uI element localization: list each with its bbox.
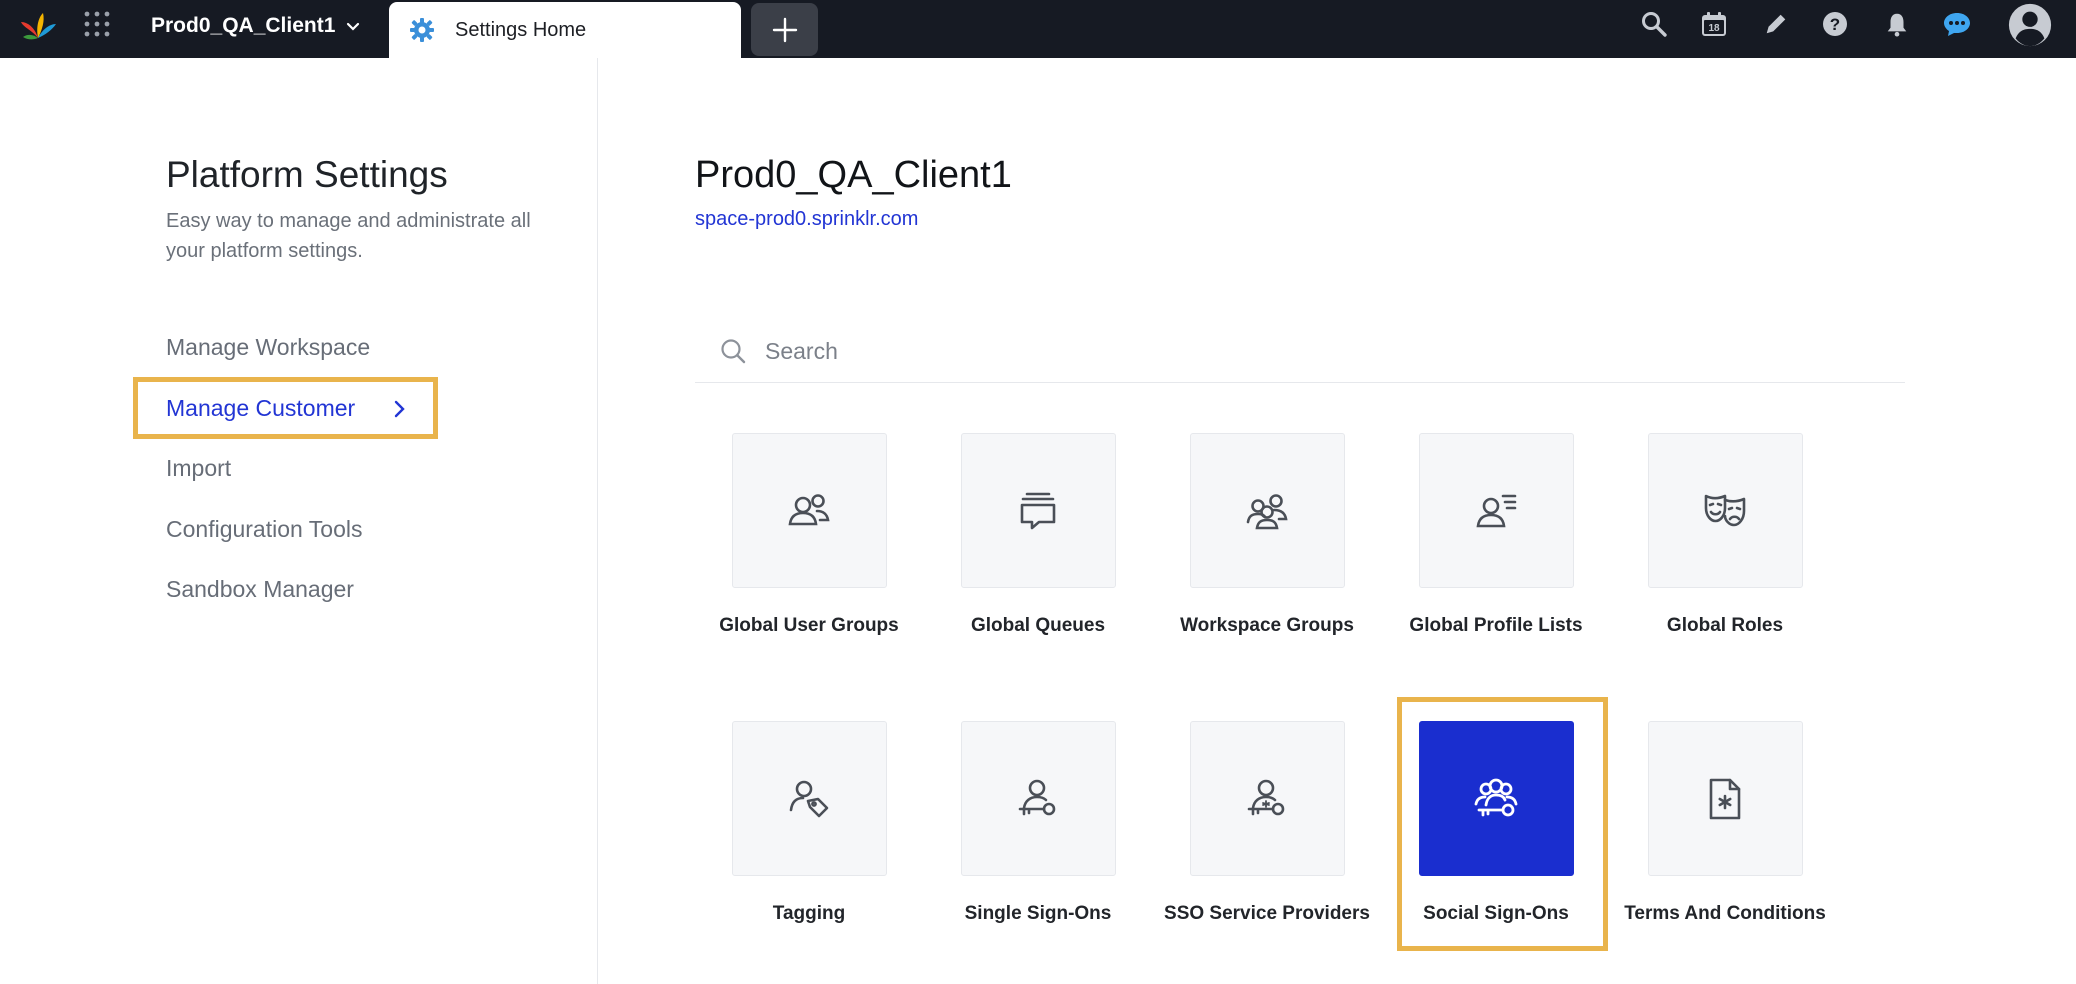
- user-tag-icon: [789, 780, 829, 817]
- client-switcher[interactable]: Prod0_QA_Client1: [151, 12, 361, 40]
- client-url-link[interactable]: space-prod0.sprinklr.com: [695, 208, 918, 231]
- card-label: Terms And Conditions: [1624, 903, 1826, 924]
- queues-icon: [1020, 492, 1056, 529]
- sidebar-item-sandbox-manager[interactable]: Sandbox Manager: [166, 576, 354, 603]
- theater-masks-icon: [1704, 494, 1746, 526]
- user-group-icon: [788, 493, 830, 525]
- sidebar-item-import[interactable]: Import: [166, 455, 231, 482]
- card-global-queues[interactable]: Global Queues: [923, 433, 1153, 637]
- card-tile: [1647, 433, 1803, 588]
- bell-icon[interactable]: [1882, 9, 1912, 39]
- card-sso-service-providers[interactable]: SSO Service Providers: [1152, 721, 1382, 925]
- sidebar-item-configuration-tools[interactable]: Configuration Tools: [166, 516, 362, 543]
- calendar-icon[interactable]: 18: [1699, 9, 1729, 39]
- user-key-icon: [1018, 779, 1056, 815]
- card-global-user-groups[interactable]: Global User Groups: [694, 433, 924, 637]
- card-tile: [960, 721, 1116, 876]
- edit-icon[interactable]: [1761, 9, 1791, 39]
- svg-text:?: ?: [1830, 15, 1840, 34]
- search-input[interactable]: [765, 331, 1865, 371]
- card-tagging[interactable]: Tagging: [694, 721, 924, 925]
- sidebar-title: Platform Settings: [166, 154, 448, 195]
- card-label: Global Roles: [1666, 615, 1784, 636]
- card-tile: [960, 433, 1116, 588]
- card-label: Workspace Groups: [1180, 615, 1354, 636]
- search-icon[interactable]: [1639, 9, 1669, 39]
- top-navigation-bar: Prod0_QA_Client1 Settings Home 18 ?: [0, 0, 2076, 58]
- card-terms-and-conditions[interactable]: Terms And Conditions: [1610, 721, 1840, 925]
- sidebar-item-manage-customer[interactable]: Manage Customer: [133, 377, 438, 439]
- card-tile: [1418, 433, 1574, 588]
- card-tile: [1647, 721, 1803, 876]
- chevron-down-icon: [347, 22, 360, 31]
- sidebar-item-manage-workspace[interactable]: Manage Workspace: [166, 334, 370, 361]
- card-global-profile-lists[interactable]: Global Profile Lists: [1381, 433, 1611, 637]
- card-workspace-groups[interactable]: Workspace Groups: [1152, 433, 1382, 637]
- settings-sidebar: Platform Settings Easy way to manage and…: [0, 58, 598, 984]
- card-global-roles[interactable]: Global Roles: [1610, 433, 1840, 637]
- profile-avatar[interactable]: [2005, 1, 2055, 49]
- help-icon[interactable]: ?: [1820, 9, 1850, 39]
- search-icon: [721, 339, 746, 364]
- sidebar-item-label: Manage Customer: [166, 394, 356, 421]
- tab-settings-home[interactable]: Settings Home: [389, 2, 741, 58]
- calendar-day: 18: [1708, 23, 1720, 34]
- chat-icon[interactable]: [1942, 9, 1972, 39]
- card-label: Global User Groups: [719, 615, 899, 636]
- card-label: Tagging: [772, 903, 846, 924]
- card-label: Single Sign-Ons: [964, 903, 1112, 924]
- page-title: Prod0_QA_Client1: [695, 154, 1012, 196]
- sprinklr-logo-icon[interactable]: [18, 8, 58, 48]
- app-launcher-icon[interactable]: [84, 11, 110, 37]
- plus-icon: [772, 17, 797, 42]
- user-key-star-icon: [1247, 779, 1285, 815]
- card-tile: [731, 721, 887, 876]
- card-label: Global Profile Lists: [1409, 615, 1583, 636]
- profile-list-icon: [1476, 494, 1517, 527]
- tab-label: Settings Home: [455, 18, 587, 41]
- client-switcher-label: Prod0_QA_Client1: [151, 14, 336, 37]
- selection-highlight: [1397, 697, 1608, 951]
- card-tile: [1189, 721, 1345, 876]
- search-bar: [695, 327, 1905, 383]
- workspace-groups-icon: [1246, 493, 1288, 529]
- card-label: SSO Service Providers: [1164, 903, 1370, 924]
- card-tile: [731, 433, 887, 588]
- document-asterisk-icon: [1709, 778, 1741, 819]
- gear-icon: [410, 18, 434, 42]
- card-label: Global Queues: [970, 615, 1106, 636]
- sidebar-subtitle: Easy way to manage and administrate all …: [166, 210, 531, 262]
- card-single-sign-ons[interactable]: Single Sign-Ons: [923, 721, 1153, 925]
- add-tab-button[interactable]: [751, 3, 818, 56]
- card-tile: [1189, 433, 1345, 588]
- chevron-right-icon: [394, 400, 405, 418]
